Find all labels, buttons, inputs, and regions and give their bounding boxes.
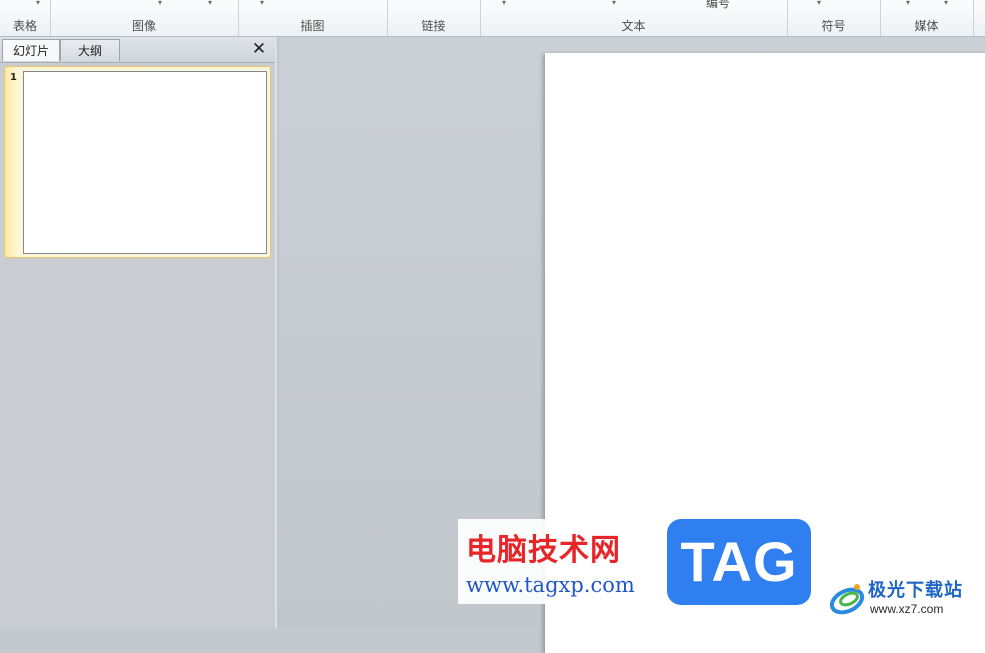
dropdown-arrow-icon[interactable]: ▾ <box>208 0 212 7</box>
watermark-xz-url: www.xz7.com <box>870 602 944 616</box>
numbering-button-label[interactable]: 编号 <box>706 0 730 11</box>
ribbon-group-text[interactable]: ▾ ▾ 编号 文本 <box>480 0 788 36</box>
close-icon[interactable]: ✕ <box>249 38 269 60</box>
watermark-xz-logo: 极光下载站 www.xz7.com <box>828 573 978 623</box>
slides-pane: 幻灯片 大纲 ✕ 1 <box>0 37 275 628</box>
dropdown-arrow-icon[interactable]: ▾ <box>817 0 821 7</box>
watermark-site-banner: 电脑技术网 www.tagxp.com <box>458 519 658 604</box>
watermark-site-url: www.tagxp.com <box>466 573 635 597</box>
ribbon-group-symbols[interactable]: ▾ 符号 <box>787 0 881 36</box>
group-label: 插图 <box>300 19 325 33</box>
ribbon-group-illustrations[interactable]: ▾ 插图 <box>238 0 388 36</box>
tab-slides[interactable]: 幻灯片 <box>2 39 60 61</box>
dropdown-arrow-icon[interactable]: ▾ <box>158 0 162 7</box>
dropdown-arrow-icon[interactable]: ▾ <box>944 0 948 7</box>
tab-outline[interactable]: 大纲 <box>60 39 120 61</box>
group-label: 表格 <box>12 19 37 33</box>
dropdown-arrow-icon[interactable]: ▾ <box>502 0 506 7</box>
watermark-tag-badge: TAG <box>667 519 811 605</box>
watermark-xz-name: 极光下载站 <box>868 580 963 601</box>
group-label: 文本 <box>621 19 646 33</box>
ribbon-group-table[interactable]: ▾ 表格 <box>0 0 51 36</box>
ribbon-group-media[interactable]: ▾ ▾ 媒体 <box>880 0 974 36</box>
ribbon-group-images[interactable]: ▾ ▾ 图像 <box>50 0 239 36</box>
dropdown-arrow-icon[interactable]: ▾ <box>906 0 910 7</box>
group-label: 链接 <box>421 19 446 33</box>
ribbon-group-links[interactable]: 链接 <box>387 0 481 36</box>
group-label: 符号 <box>821 19 846 33</box>
slide-thumbnail-row[interactable]: 1 <box>4 66 271 258</box>
dropdown-arrow-icon[interactable]: ▾ <box>36 0 40 7</box>
slide-number: 1 <box>10 72 17 83</box>
aurora-logo-icon <box>829 584 865 615</box>
group-label: 媒体 <box>914 19 939 33</box>
pane-tab-bar: 幻灯片 大纲 ✕ <box>0 37 275 63</box>
watermark-site-name: 电脑技术网 <box>466 533 621 568</box>
ribbon: ▾ 表格 ▾ ▾ 图像 ▾ 插图 链接 ▾ ▾ 编号 文本 ▾ 符号 ▾ ▾ 媒… <box>0 0 985 37</box>
slide-thumbnail[interactable] <box>23 71 267 254</box>
group-label: 图像 <box>131 19 156 33</box>
dropdown-arrow-icon[interactable]: ▾ <box>260 0 264 7</box>
dropdown-arrow-icon[interactable]: ▾ <box>612 0 616 7</box>
